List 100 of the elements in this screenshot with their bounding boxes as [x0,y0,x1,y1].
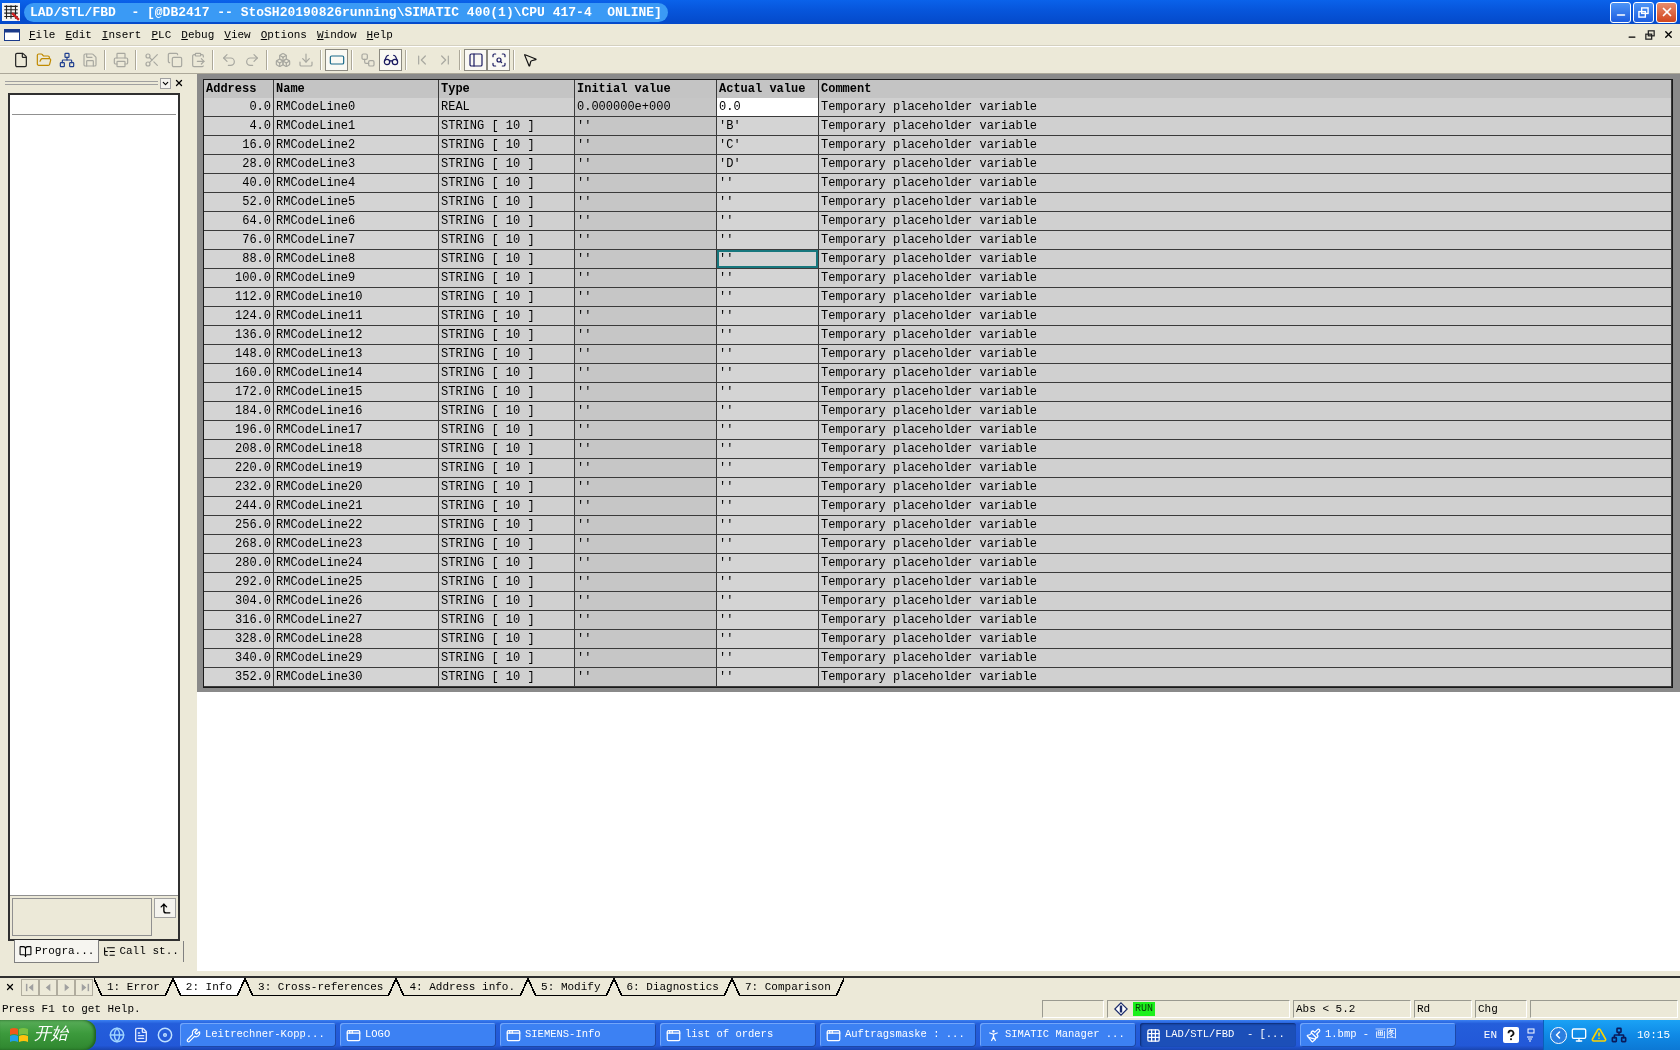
table-cell: STRING [ 10 ] [439,573,575,592]
menu-item[interactable]: Edit [60,24,97,45]
table-cell[interactable]: '' [717,592,819,611]
restore-button[interactable] [1633,1,1654,23]
output-tab[interactable]: 7: Comparison [731,978,844,996]
output-tab[interactable]: 3: Cross-references [245,978,397,996]
grid-icon [1146,1027,1161,1043]
table-cell[interactable]: 0.0 [717,98,819,117]
table-cell[interactable]: '' [717,364,819,383]
table-cell: '' [575,117,717,136]
menu-item[interactable]: Options [255,24,312,45]
table-cell: RMCodeLine5 [274,193,439,212]
table-cell[interactable]: '' [717,573,819,592]
table-cell[interactable]: '' [717,478,819,497]
table-cell[interactable]: '' [717,497,819,516]
table-cell: 220.0 [204,459,274,478]
table-cell[interactable]: 'D' [717,155,819,174]
status-text: Press F1 to get Help. [1,1001,142,1017]
close-icon [4,982,15,992]
expand-button[interactable] [1550,1026,1567,1044]
taskbar-button[interactable]: 1.bmp - 画图 [1300,1023,1456,1047]
window-icon [4,28,20,41]
taskbar-button[interactable]: Leitrechner-Kopp... [180,1023,336,1047]
output-tab[interactable]: 6: Diagnostics [613,978,732,996]
menu-item[interactable]: Window [311,24,362,45]
table-cell[interactable]: '' [717,307,819,326]
restore-button[interactable] [1642,27,1658,42]
table-cell: STRING [ 10 ] [439,288,575,307]
document-button[interactable] [132,1026,150,1044]
output-tab[interactable]: 2: Info [172,978,246,996]
menu-item[interactable]: Debug [176,24,220,45]
taskbar-button[interactable]: SIEMENS-Info [500,1023,656,1047]
menu-item[interactable]: PLC [146,24,177,45]
language-label[interactable]: EN [1483,1026,1497,1044]
taskbar-button[interactable]: Auftragsmaske : ... [820,1023,976,1047]
table-cell: 328.0 [204,630,274,649]
panel-button[interactable] [464,49,487,71]
rectangle-button[interactable] [325,49,348,71]
table-cell[interactable]: '' [717,288,819,307]
taskbar-button[interactable]: SIMATIC Manager ... [980,1023,1136,1047]
dropdown-button[interactable] [160,77,171,89]
menu-item[interactable]: Help [361,24,398,45]
new-file-icon [12,52,29,68]
table-cell: RMCodeLine24 [274,554,439,573]
output-tab[interactable]: 1: Error [94,978,173,996]
table-cell[interactable]: 'C' [717,136,819,155]
close-button[interactable] [173,77,184,89]
table-cell[interactable]: '' [717,516,819,535]
table-cell: Temporary placeholder variable [819,345,1672,364]
table-cell: STRING [ 10 ] [439,516,575,535]
table-cell: Temporary placeholder variable [819,98,1672,117]
table-cell[interactable]: '' [717,535,819,554]
menu-item[interactable]: View [219,24,256,45]
jump-button[interactable] [154,898,176,918]
status-field: Chg [1475,1000,1527,1018]
table-cell[interactable]: '' [717,459,819,478]
panel-tab[interactable]: Progra... [14,940,100,963]
output-tab[interactable]: 4: Address info. [396,978,529,996]
table-cell[interactable]: '' [717,174,819,193]
table-cell: '' [575,288,717,307]
table-cell[interactable]: '' [717,231,819,250]
table-cell[interactable]: '' [717,554,819,573]
table-cell[interactable]: '' [717,611,819,630]
start-button[interactable]: 开始 [0,1020,96,1050]
table-cell[interactable]: '' [717,250,819,269]
table-cell: Temporary placeholder variable [819,516,1672,535]
table-cell: RMCodeLine4 [274,174,439,193]
zoom-button[interactable] [487,49,510,71]
pointer-icon [521,52,538,68]
table-cell[interactable]: '' [717,383,819,402]
taskbar-button[interactable]: list of orders [660,1023,816,1047]
menu-item[interactable]: Insert [96,24,147,45]
table-cell[interactable]: '' [717,193,819,212]
taskbar-button[interactable]: LOGO [340,1023,496,1047]
table-cell[interactable]: '' [717,212,819,231]
table-cell: RMCodeLine15 [274,383,439,402]
glasses-button[interactable] [379,49,402,71]
table-cell[interactable]: 'B' [717,117,819,136]
table-cell[interactable]: '' [717,421,819,440]
table-cell: Temporary placeholder variable [819,174,1672,193]
table-cell: 64.0 [204,212,274,231]
table-cell[interactable]: '' [717,649,819,668]
help-button[interactable] [1503,1027,1519,1043]
menu-item[interactable]: File [24,24,61,45]
browser-button[interactable] [108,1026,126,1044]
table-cell: Temporary placeholder variable [819,668,1672,687]
taskbar-button[interactable]: LAD/STL/FBD - [... [1140,1023,1296,1047]
panel-tab[interactable]: Call st.. [99,941,184,962]
table-cell[interactable]: '' [717,668,819,687]
output-tab[interactable]: 5: Modify [528,978,614,996]
table-cell[interactable]: '' [717,402,819,421]
table-cell[interactable]: '' [717,440,819,459]
wrench-icon [186,1027,201,1043]
table-cell[interactable]: '' [717,269,819,288]
table-cell[interactable]: '' [717,345,819,364]
minimize-button[interactable] [1610,1,1631,23]
disc-button[interactable] [156,1026,174,1044]
table-cell[interactable]: '' [717,326,819,345]
table-cell: STRING [ 10 ] [439,155,575,174]
table-cell[interactable]: '' [717,630,819,649]
